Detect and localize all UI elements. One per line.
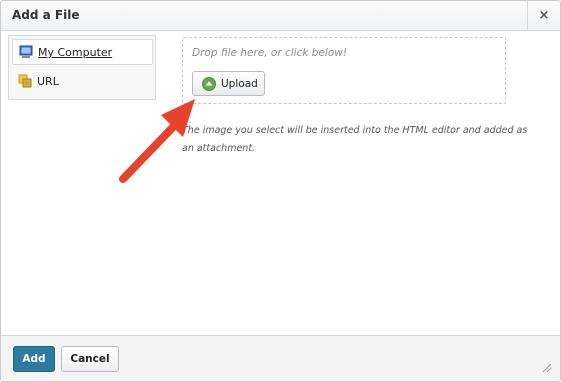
annotation-arrow — [119, 99, 195, 183]
dialog-title: Add a File — [12, 8, 80, 22]
dialog-titlebar: Add a File × — [1, 1, 560, 31]
source-item-label: URL — [37, 75, 59, 88]
source-item-label: My Computer — [38, 46, 113, 59]
dialog-footer: Add Cancel — [1, 335, 560, 381]
url-icon — [18, 74, 32, 88]
upload-icon — [202, 77, 216, 91]
add-file-dialog: Add a File × My Computer URL Drop file h… — [0, 0, 561, 382]
drop-hint: Drop file here, or click below! — [192, 47, 348, 59]
help-text: The image you select will be inserted in… — [182, 125, 528, 154]
add-button[interactable]: Add — [13, 346, 55, 372]
resize-grip-icon[interactable] — [540, 361, 552, 373]
close-button[interactable]: × — [527, 1, 560, 31]
computer-icon — [19, 45, 33, 58]
upload-button-label: Upload — [221, 78, 258, 90]
cancel-button[interactable]: Cancel — [61, 346, 119, 372]
source-item-my-computer[interactable]: My Computer — [12, 39, 153, 65]
file-drop-zone[interactable]: Drop file here, or click below! Upload — [182, 37, 506, 104]
